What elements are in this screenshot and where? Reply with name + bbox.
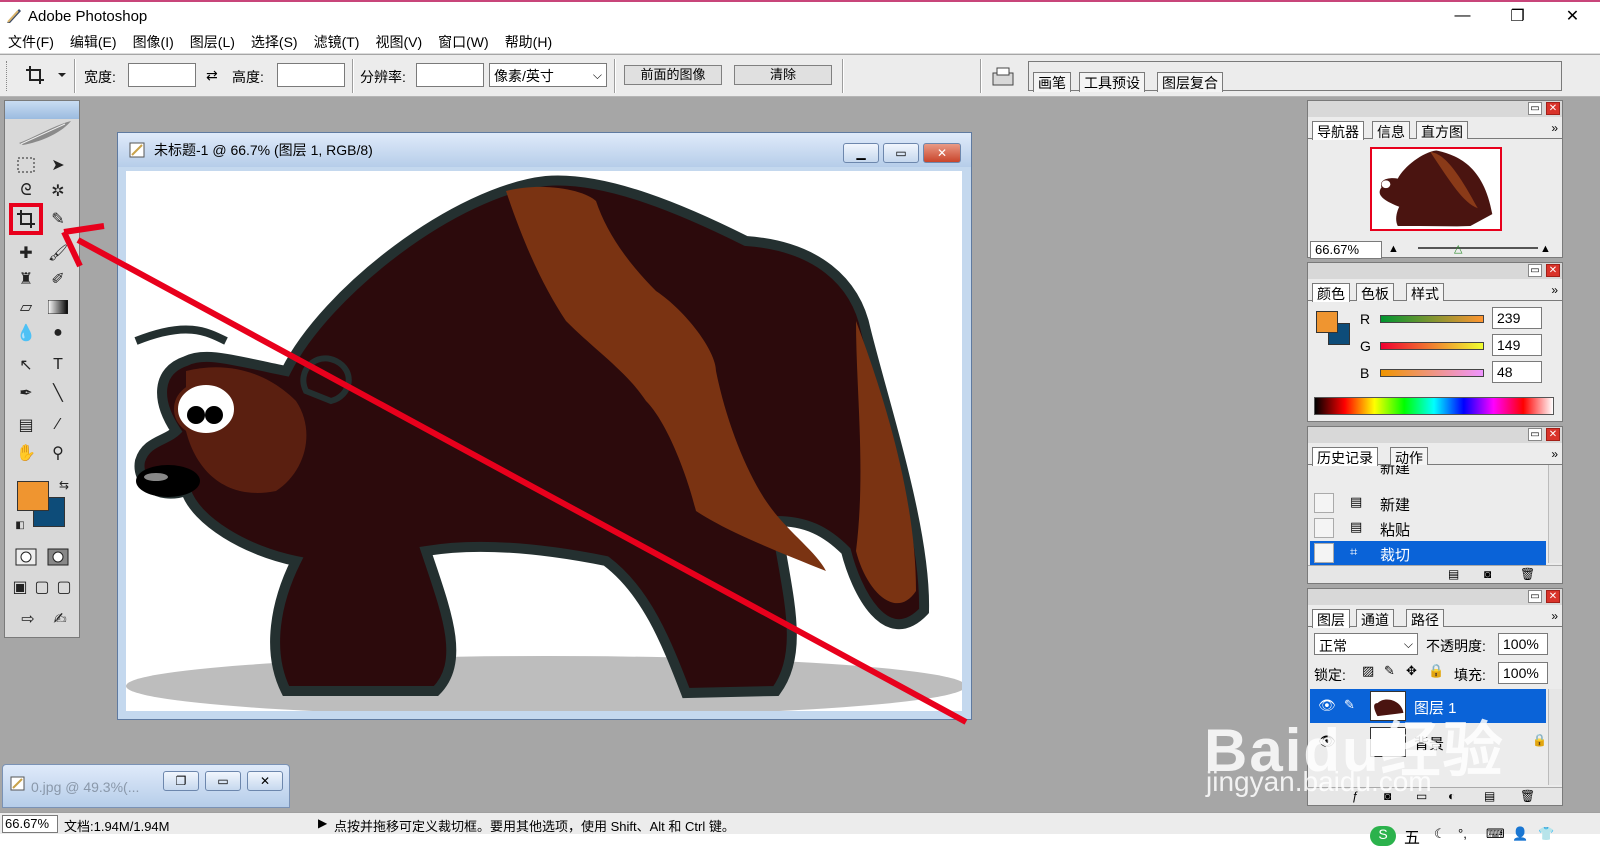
opacity-input[interactable]: 100% [1498,633,1548,655]
document-icon [10,776,25,791]
minimized-doc-title: 0.jpg @ 49.3%(... [31,779,140,795]
lock-position-icon[interactable]: ✥ [1406,663,1417,679]
taskbar-strip: S 五 ☾ °, ⌨ 👤 👕 [0,826,1600,851]
lock-pixels-icon[interactable]: ✎ [1384,663,1395,679]
play-triangle-icon[interactable]: ▶ [318,816,327,830]
palette-minimize-button[interactable]: ▭ [1528,264,1542,277]
zoom-in-icon[interactable]: ▲ [1540,243,1551,255]
tab-histogram[interactable]: 直方图 [1416,121,1468,140]
navigator-thumbnail[interactable] [1370,147,1502,231]
user-icon[interactable]: 👤 [1512,826,1528,842]
history-snapshot-row[interactable]: 新建 [1310,465,1546,481]
punctuation-icon[interactable]: °, [1458,826,1467,841]
status-bar: 66.67% 文档:1.94M/1.94M ▶ 点按并拖移可定义裁切框。要用其他… [0,812,1600,834]
status-zoom-field[interactable]: 66.67% [2,815,58,833]
history-source-checkbox[interactable] [1314,543,1334,563]
r-value-input[interactable]: 239 [1492,307,1542,329]
mindoc-maximize-button[interactable]: ▭ [205,771,241,791]
tab-actions[interactable]: 动作 [1390,447,1428,466]
b-label: B [1360,365,1370,381]
palette-minimize-button[interactable]: ▭ [1528,590,1542,603]
history-item[interactable]: ▤ 粘贴 [1310,516,1546,540]
g-label: G [1360,338,1371,354]
palette-close-button[interactable]: ✕ [1546,590,1560,603]
blend-mode-select[interactable]: 正常 ⌵ [1314,633,1418,655]
tab-info[interactable]: 信息 [1372,121,1410,140]
mindoc-restore-button[interactable]: ❐ [163,771,199,791]
status-hint: 点按并拖移可定义裁切框。要用其他选项，使用 Shift、Alt 和 Ctrl 键… [334,819,735,834]
lock-all-icon[interactable]: 🔒 [1428,663,1444,679]
history-footer: ▤ ◙ 🗑 [1308,565,1562,583]
palette-menu-icon[interactable]: » [1551,447,1558,461]
mindoc-close-button[interactable]: ✕ [247,771,283,791]
tab-channels[interactable]: 通道 [1356,609,1394,628]
tab-layers[interactable]: 图层 [1312,609,1350,628]
foreground-color-swatch[interactable] [17,481,49,511]
palette-menu-icon[interactable]: » [1551,609,1558,623]
history-item-selected[interactable]: ⌗ 裁切 [1310,541,1546,565]
skin-icon[interactable]: 👕 [1538,826,1554,842]
color-palette: ▭ ✕ 颜色 色板 样式 » R 239 G 149 B 48 [1307,262,1563,422]
fill-input[interactable]: 100% [1498,662,1548,684]
new-layer-icon[interactable]: ▤ [1484,789,1495,803]
tab-swatches[interactable]: 色板 [1356,283,1394,302]
history-item[interactable]: ▤ 新建 [1310,491,1546,515]
palette-close-button[interactable]: ✕ [1546,264,1560,277]
history-state-icon: ▤ [1350,494,1363,509]
r-slider[interactable] [1380,315,1484,323]
palette-menu-icon[interactable]: » [1551,121,1558,135]
keyboard-icon[interactable]: ⌨ [1486,826,1505,842]
tab-navigator[interactable]: 导航器 [1312,121,1364,140]
crop-state-icon: ⌗ [1350,544,1358,559]
opacity-label: 不透明度: [1426,638,1486,654]
b-slider[interactable] [1380,369,1484,377]
baidu-watermark-url: jingyan.baidu.com [1206,766,1432,797]
lock-transparency-icon[interactable]: ▨ [1362,663,1374,679]
palette-close-button[interactable]: ✕ [1546,102,1560,115]
history-palette: ▭ ✕ 历史记录 动作 » 新建 ▤ 新建 ▤ 粘贴 ⌗ 裁切 ▤ ◙ 🗑 [1307,426,1563,584]
color-spectrum-bar[interactable] [1314,397,1554,415]
fill-label: 填充: [1454,667,1486,683]
zoom-out-icon[interactable]: ▲ [1388,243,1399,255]
tab-paths[interactable]: 路径 [1406,609,1444,628]
new-document-icon[interactable]: ▤ [1448,567,1459,581]
document-size[interactable]: 文档:1.94M/1.94M [64,816,170,835]
tab-styles[interactable]: 样式 [1406,283,1444,302]
palette-menu-icon[interactable]: » [1551,283,1558,297]
camera-snapshot-icon[interactable]: ◙ [1484,567,1491,581]
lock-icon: 🔒 [1532,733,1547,747]
b-value-input[interactable]: 48 [1492,361,1542,383]
r-label: R [1360,311,1371,327]
lock-label: 锁定: [1314,667,1346,683]
trash-icon[interactable]: 🗑 [1520,567,1535,581]
minimized-document[interactable]: 0.jpg @ 49.3%(... ❐ ▭ ✕ [2,764,290,808]
color-fg-swatch[interactable] [1316,311,1338,333]
adjustment-layer-icon[interactable]: ◐ [1448,789,1455,803]
g-value-input[interactable]: 149 [1492,334,1542,356]
navigator-palette: ▭ ✕ 导航器 信息 直方图 » 66.67% ▲ △ ▲ [1307,100,1563,259]
history-source-checkbox[interactable] [1314,493,1334,513]
history-scrollbar[interactable] [1548,465,1562,563]
trash-icon[interactable]: 🗑 [1520,789,1535,803]
slider-thumb-icon[interactable]: △ [1454,242,1462,255]
ime-mode-label[interactable]: 五 [1404,824,1420,848]
chevron-down-icon: ⌵ [1403,637,1413,651]
navigator-bear-thumbnail [1379,150,1493,227]
palette-close-button[interactable]: ✕ [1546,428,1560,441]
sogou-ime-icon[interactable]: S [1370,826,1396,846]
history-source-checkbox[interactable] [1314,518,1334,538]
layers-scrollbar[interactable] [1548,689,1562,785]
navigator-zoom-slider[interactable] [1418,247,1538,249]
navigator-zoom-field[interactable]: 66.67% [1310,241,1382,259]
palette-minimize-button[interactable]: ▭ [1528,102,1542,115]
g-slider[interactable] [1380,342,1484,350]
tab-history[interactable]: 历史记录 [1312,447,1378,466]
palette-minimize-button[interactable]: ▭ [1528,428,1542,441]
moon-icon[interactable]: ☾ [1434,826,1446,842]
tab-color[interactable]: 颜色 [1312,283,1350,302]
history-state-icon: ▤ [1350,519,1363,534]
